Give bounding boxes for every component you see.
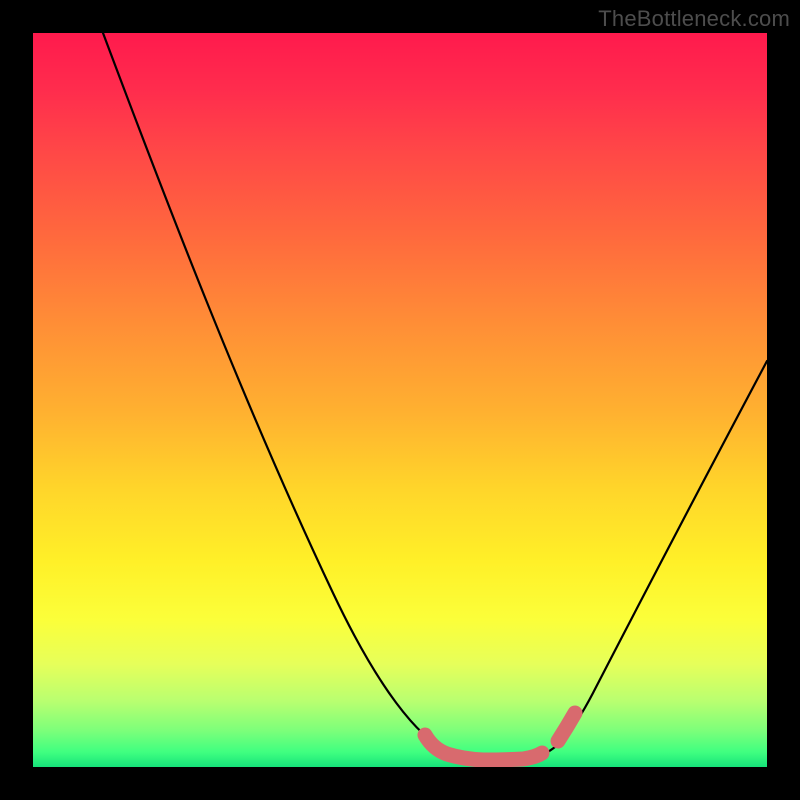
- plot-area: [33, 33, 767, 767]
- chart-frame: TheBottleneck.com: [0, 0, 800, 800]
- watermark-text: TheBottleneck.com: [598, 6, 790, 32]
- optimal-zone-highlight-tail: [558, 713, 575, 741]
- optimal-zone-highlight: [425, 735, 542, 760]
- curve-overlay: [33, 33, 767, 767]
- bottleneck-curve: [103, 33, 767, 759]
